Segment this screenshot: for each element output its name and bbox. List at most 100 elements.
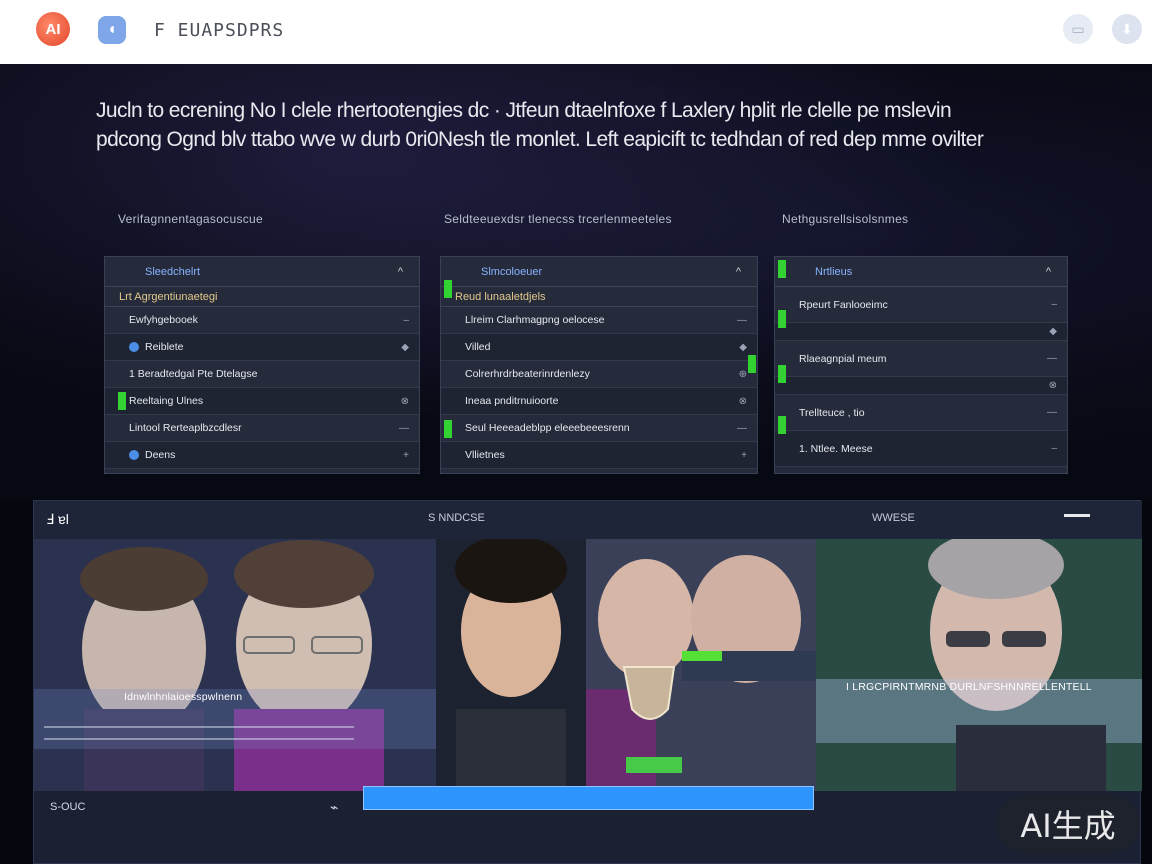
list-item[interactable]: Reeltaing Ulnes ⊗ — [105, 388, 419, 415]
viewer-title: S NNDCSE — [428, 512, 485, 524]
list-item[interactable]: ⊗ — [775, 377, 1067, 395]
timeline-label: S-OUC — [50, 801, 86, 813]
column-heading-1: Verifagnnentagasocuscue — [118, 212, 264, 226]
item-action-icon[interactable]: ⊗ — [1049, 380, 1057, 391]
list-item[interactable]: Ineaa pnditrnuioorte ⊗ — [441, 388, 757, 415]
list-item[interactable]: Llreim Clarhmagpng oelocese — — [441, 307, 757, 334]
list-item[interactable]: 1 Beradtedgal Pte Dtelagse — [105, 361, 419, 388]
green-marker — [118, 392, 126, 410]
item-label: Reiblete — [145, 341, 184, 353]
logo-icon[interactable]: AI — [36, 12, 70, 46]
panel-1: Sleedchelrt ^ Lrt Agrgentiunaetegi Ewfyh… — [104, 256, 420, 474]
top-bar: AI ◖ F EUAPSDPRS ▭ ⬇ — [0, 0, 1152, 64]
item-action-icon[interactable]: – — [403, 315, 409, 326]
item-action-icon[interactable]: ⊕ — [739, 369, 747, 380]
viewer-back-button[interactable]: Ⅎ ɐl — [46, 511, 69, 528]
list-item[interactable]: Rlaeagnpial meum — — [775, 341, 1067, 377]
item-action-icon[interactable]: – — [1051, 443, 1057, 454]
minimize-icon[interactable] — [1064, 514, 1090, 517]
panel-rows: Ewfyhgebooek – Reiblete ◆ 1 Beradtedgal Pt… — [105, 307, 419, 469]
green-marker — [778, 260, 786, 278]
panel-title: Sleedchelrt — [145, 265, 201, 278]
video-tile-3[interactable] — [586, 539, 816, 791]
panel-3: Nrtlieus ^ Rpeurt Fanlooeimc – ◆ Rlaeagnp… — [774, 256, 1068, 474]
item-action-icon[interactable]: ⊗ — [401, 396, 409, 407]
list-item[interactable]: Reiblete ◆ — [105, 334, 419, 361]
list-item[interactable]: Deens + — [105, 442, 419, 469]
item-action-icon[interactable]: — — [737, 423, 747, 434]
item-label: Villed — [465, 341, 491, 353]
green-marker — [444, 280, 452, 298]
green-marker — [778, 310, 786, 328]
item-action-icon[interactable]: ◆ — [401, 342, 409, 353]
panel-title: Nrtlieus — [815, 265, 853, 278]
panel-rows: Llreim Clarhmagpng oelocese — Villed ◆ Col… — [441, 307, 757, 469]
column-heading-2: Seldteeuexdsr tlenecss trcerlenmeeteles — [444, 212, 672, 226]
tile-caption: Idnwlnhnlaioesspwlnenn — [124, 691, 243, 703]
message-icon[interactable]: ▭ — [1063, 14, 1093, 44]
green-marker — [778, 416, 786, 434]
list-item[interactable]: 1. Ntlee. Meese – — [775, 431, 1067, 467]
item-label: Rlaeagnpial meum — [799, 352, 887, 365]
list-item[interactable]: Lintool Rerteaplbzcdlesr — — [105, 415, 419, 442]
waveform-icon[interactable]: ⌁ — [330, 799, 338, 816]
video-viewer: Ⅎ ɐl S NNDCSE WWESE Idnwlnhnlaioesspwlne… — [33, 500, 1142, 864]
viewer-toolbar: Ⅎ ɐl S NNDCSE WWESE — [34, 501, 1142, 539]
item-label: Vllietnes — [465, 449, 505, 461]
face-image — [436, 539, 586, 791]
app-title: F EUAPSDPRS — [154, 20, 285, 41]
list-item[interactable]: Villed ◆ — [441, 334, 757, 361]
list-item[interactable]: Colrerhrdrbeaterinrdenlezy ⊕ — [441, 361, 757, 388]
green-marker — [778, 365, 786, 383]
panel-rows: Rpeurt Fanlooeimc – ◆ Rlaeagnpial meum — ⊗… — [775, 287, 1067, 467]
ai-watermark: AI生成 — [996, 795, 1140, 853]
panel-header[interactable]: Nrtlieus ^ — [775, 257, 1067, 287]
panel-title: Slmcoloeuer — [481, 265, 543, 278]
tile-caption: I LRGCPIRNTMRNB DURLNFSHNNRELLENTELL — [846, 681, 1092, 693]
item-label: Ineaa pnditrnuioorte — [465, 395, 559, 407]
intro-paragraph: Jucln to ecrening No I clele rhertooteng… — [96, 99, 984, 151]
video-tile-1[interactable]: Idnwlnhnlaioesspwlnenn — [34, 539, 436, 791]
chevron-up-icon[interactable]: ^ — [736, 266, 741, 278]
item-action-icon[interactable]: ⊗ — [739, 396, 747, 407]
green-marker — [444, 420, 452, 438]
list-item[interactable]: Seul Heeeadeblpp eleeebeeesrenn — — [441, 415, 757, 442]
list-item[interactable]: Ewfyhgebooek – — [105, 307, 419, 334]
video-tile-2[interactable] — [436, 539, 586, 791]
status-dot-icon — [129, 342, 139, 352]
item-label: Llreim Clarhmagpng oelocese — [465, 314, 605, 326]
list-item[interactable]: Vllietnes + — [441, 442, 757, 469]
video-tile-4[interactable]: I LRGCPIRNTMRNB DURLNFSHNNRELLENTELL — [816, 539, 1142, 791]
list-item[interactable]: ◆ — [775, 323, 1067, 341]
item-label: Ewfyhgebooek — [129, 314, 198, 326]
panel-subheader: Lrt Agrgentiunaetegi — [105, 287, 419, 307]
item-action-icon[interactable]: + — [741, 450, 747, 461]
timeline-scrubber[interactable] — [363, 786, 814, 810]
panel-subheader: Reud lunaaletdjels — [441, 287, 757, 307]
item-label: 1 Beradtedgal Pte Dtelagse — [129, 368, 258, 380]
list-item[interactable]: Rpeurt Fanlooeimc – — [775, 287, 1067, 323]
app-icon[interactable]: ◖ — [98, 16, 126, 44]
item-action-icon[interactable]: + — [403, 450, 409, 461]
item-label: Deens — [145, 449, 176, 461]
viewer-label: WWESE — [872, 512, 915, 524]
item-action-icon[interactable]: — — [737, 315, 747, 326]
chevron-up-icon[interactable]: ^ — [398, 266, 403, 278]
panel-header[interactable]: Slmcoloeuer ^ — [441, 257, 757, 287]
faces-image — [34, 539, 436, 791]
item-action-icon[interactable]: ◆ — [1049, 326, 1057, 337]
item-action-icon[interactable]: — — [1047, 407, 1057, 418]
chevron-up-icon[interactable]: ^ — [1046, 266, 1051, 278]
column-heading-3: Nethgusrellsisolsnmes — [782, 212, 909, 226]
item-label: Trellteuce , tio — [799, 406, 865, 419]
item-action-icon[interactable]: – — [1051, 299, 1057, 310]
list-item[interactable]: Trellteuce , tio — — [775, 395, 1067, 431]
item-label: Reeltaing Ulnes — [129, 395, 204, 407]
item-action-icon[interactable]: — — [399, 423, 409, 434]
item-label: Seul Heeeadeblpp eleeebeeesrenn — [465, 422, 630, 434]
item-action-icon[interactable]: ◆ — [739, 342, 747, 353]
download-icon[interactable]: ⬇ — [1112, 14, 1142, 44]
panel-header[interactable]: Sleedchelrt ^ — [105, 257, 419, 287]
item-label: Rpeurt Fanlooeimc — [799, 298, 888, 311]
item-action-icon[interactable]: — — [1047, 353, 1057, 364]
